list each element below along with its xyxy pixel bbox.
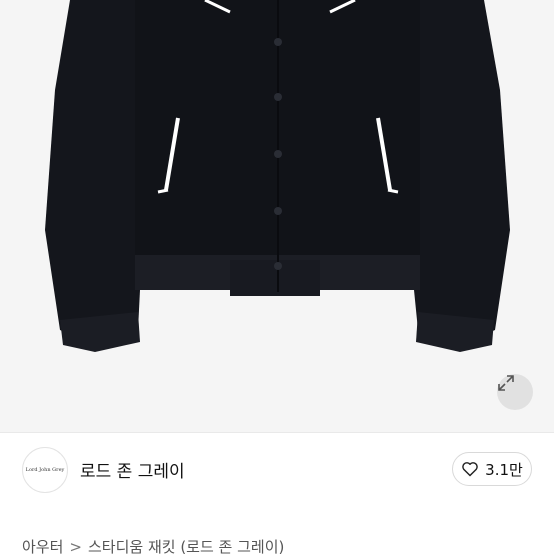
shop-avatar-text: Lord John Grey <box>25 467 65 473</box>
product-image[interactable] <box>0 0 554 432</box>
like-count: 3.1만 <box>485 460 523 479</box>
shop-info-row: Lord John Grey 로드 존 그레이 3.1만 <box>0 433 554 521</box>
breadcrumb-category[interactable]: 아우터 <box>22 538 63 556</box>
expand-icon <box>498 375 514 391</box>
jacket-illustration <box>45 0 510 352</box>
heart-icon <box>462 462 478 477</box>
like-button[interactable]: 3.1만 <box>452 452 532 486</box>
breadcrumb-separator: > <box>69 538 82 556</box>
shop-name[interactable]: 로드 존 그레이 <box>80 457 185 482</box>
shop-avatar[interactable]: Lord John Grey <box>22 447 68 493</box>
breadcrumb-subcategory[interactable]: 스타디움 재킷 (로드 존 그레이) <box>88 538 284 556</box>
expand-image-button[interactable] <box>497 374 533 410</box>
